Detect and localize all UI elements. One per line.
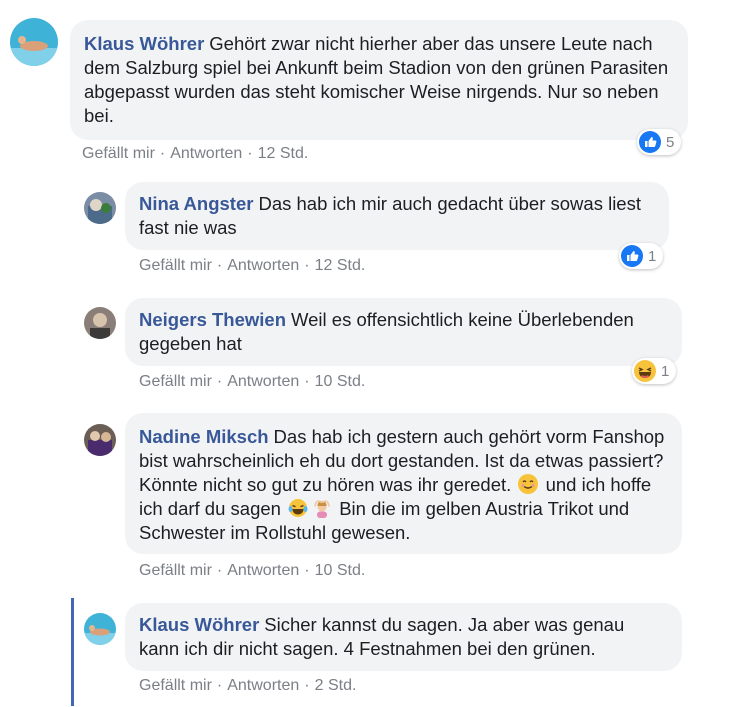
comment-actions: Gefällt mir · Antworten · 10 Std.	[139, 373, 365, 391]
avatar-klaus-woehrer[interactable]	[84, 613, 116, 645]
timestamp[interactable]: 10 Std.	[315, 562, 366, 579]
separator: ·	[159, 145, 166, 162]
highlight-thread-line	[71, 598, 74, 706]
reply-link[interactable]: Antworten	[227, 373, 299, 390]
haha-icon	[634, 360, 656, 382]
timestamp[interactable]: 10 Std.	[315, 373, 366, 390]
reply-link[interactable]: Antworten	[170, 145, 242, 162]
comment-actions: Gefällt mir · Antworten · 10 Std.	[139, 562, 365, 580]
reaction-count: 1	[648, 247, 657, 265]
reply-link[interactable]: Antworten	[227, 257, 299, 274]
comment-bubble: Klaus Wöhrer Gehört zwar nicht hierher ab…	[70, 20, 688, 140]
reaction-badge[interactable]: 1	[619, 243, 664, 269]
reply-link[interactable]: Antworten	[227, 677, 299, 694]
comment-bubble: Neigers Thewien Weil es offensichtlich ke…	[125, 298, 682, 366]
comment-bubble: Klaus Wöhrer Sicher kannst du sagen. Ja a…	[125, 603, 682, 671]
avatar-nina-angster[interactable]	[84, 192, 116, 224]
reaction-badge[interactable]: 1	[632, 358, 677, 384]
separator: ·	[247, 145, 253, 162]
timestamp[interactable]: 12 Std.	[315, 257, 366, 274]
separator: ·	[304, 677, 310, 694]
comment-actions: Gefällt mir · Antworten · 12 Std.	[139, 257, 365, 275]
avatar-klaus-woehrer[interactable]	[10, 18, 58, 66]
separator: ·	[216, 373, 223, 390]
separator: ·	[216, 562, 223, 579]
commenter-name[interactable]: Neigers Thewien	[139, 309, 286, 330]
reply-link[interactable]: Antworten	[227, 562, 299, 579]
comment-bubble: Nina Angster Das hab ich mir auch gedacht…	[125, 182, 669, 250]
like-link[interactable]: Gefällt mir	[139, 373, 212, 390]
avatar-nadine-miksch[interactable]	[84, 424, 116, 456]
separator: ·	[304, 562, 310, 579]
timestamp[interactable]: 12 Std.	[258, 145, 309, 162]
person-gesturing-ok-emoji	[314, 500, 330, 518]
commenter-name[interactable]: Nadine Miksch	[139, 426, 269, 447]
commenter-name[interactable]: Klaus Wöhrer	[84, 33, 204, 54]
like-icon	[621, 245, 643, 267]
separator: ·	[304, 373, 310, 390]
like-link[interactable]: Gefällt mir	[139, 257, 212, 274]
commenter-name[interactable]: Klaus Wöhrer	[139, 614, 259, 635]
smiling-face-emoji	[518, 474, 539, 494]
commenter-name[interactable]: Nina Angster	[139, 193, 253, 214]
reaction-badge[interactable]: 5	[637, 129, 682, 155]
like-link[interactable]: Gefällt mir	[139, 677, 212, 694]
timestamp[interactable]: 2 Std.	[315, 677, 357, 694]
like-icon	[639, 131, 661, 153]
tears-of-joy-emoji	[288, 499, 308, 517]
avatar-neigers-thewien[interactable]	[84, 307, 116, 339]
like-link[interactable]: Gefällt mir	[139, 562, 212, 579]
reaction-count: 1	[661, 362, 670, 380]
separator: ·	[216, 257, 223, 274]
comment-bubble: Nadine Miksch Das hab ich gestern auch ge…	[125, 413, 682, 554]
comment-actions: Gefällt mir · Antworten · 12 Std.	[82, 145, 308, 163]
separator: ·	[216, 677, 223, 694]
comment-actions: Gefällt mir · Antworten · 2 Std.	[139, 677, 356, 695]
like-link[interactable]: Gefällt mir	[82, 145, 155, 162]
separator: ·	[304, 257, 310, 274]
reaction-count: 5	[666, 133, 675, 151]
